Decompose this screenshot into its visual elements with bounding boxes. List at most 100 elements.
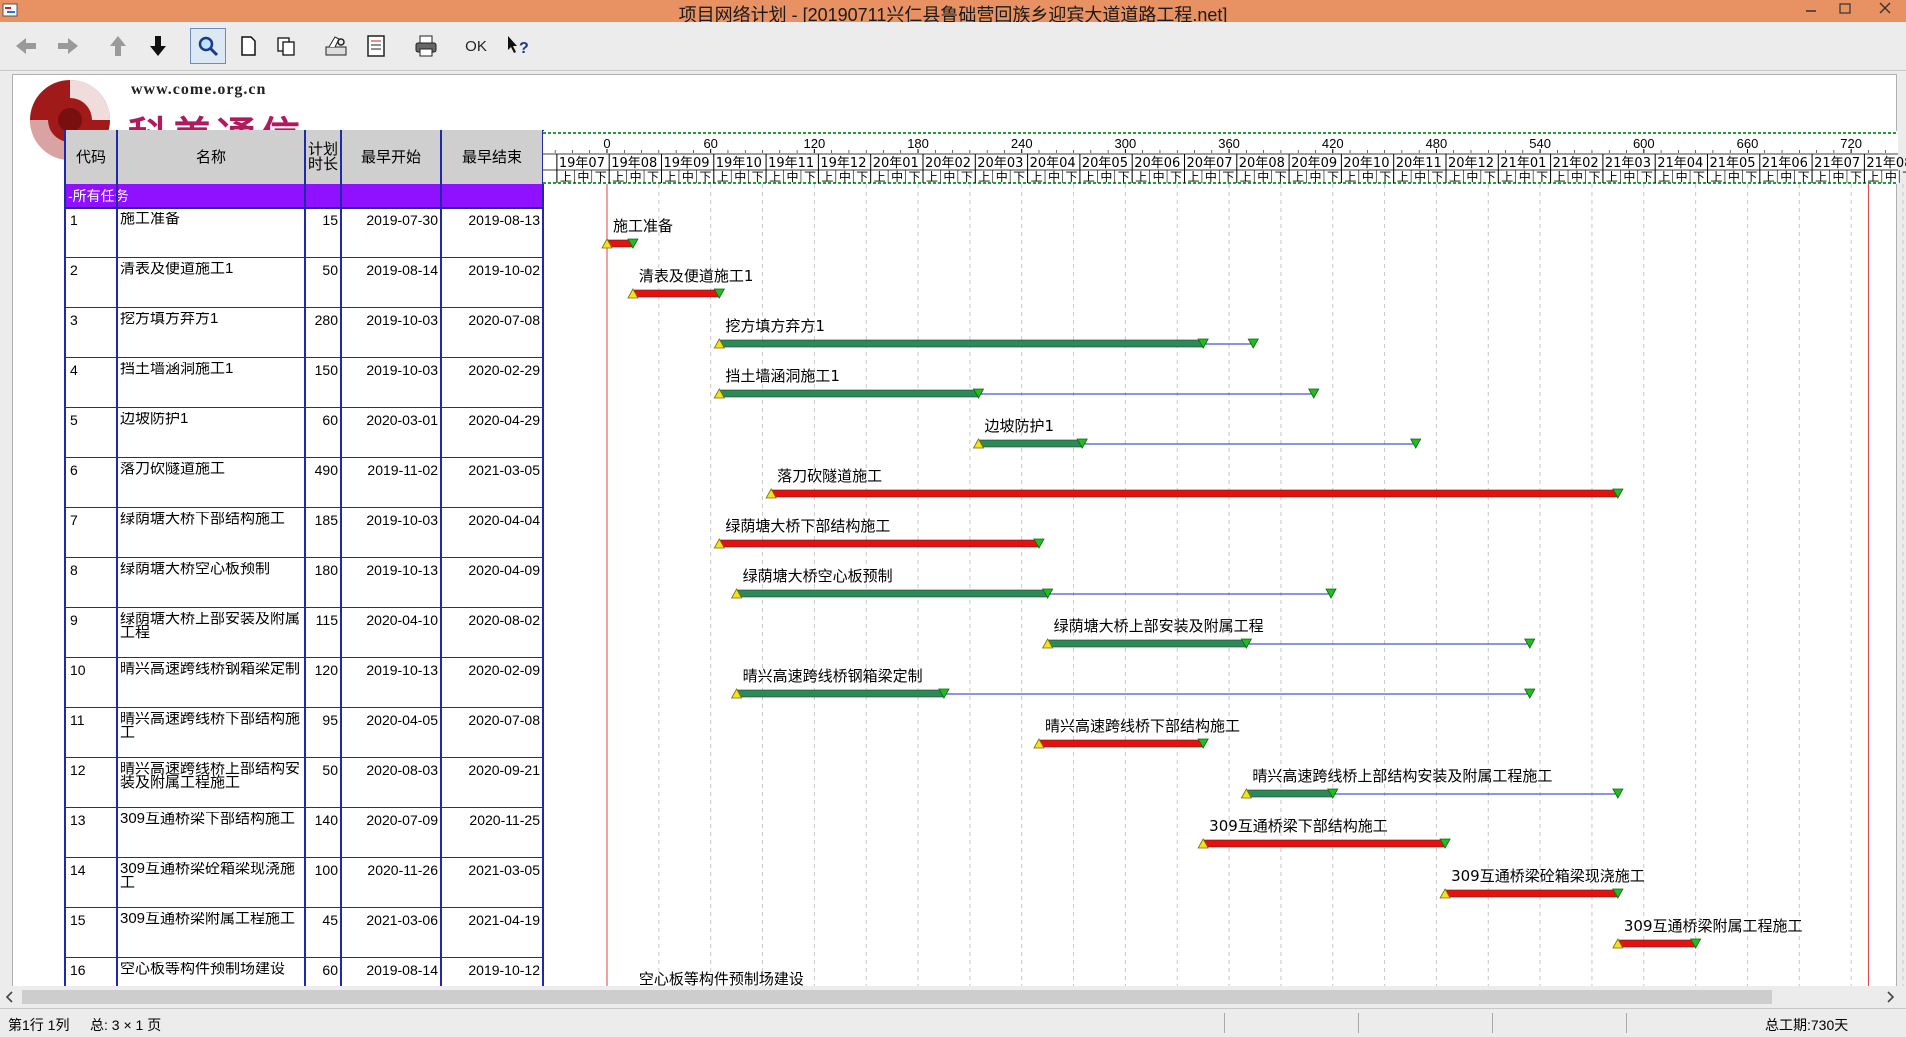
month-label: 20年11	[1396, 156, 1442, 171]
month-label: 20年10	[1343, 156, 1389, 171]
task-bar-label: 清表及便道施工1	[639, 267, 754, 285]
month-label: 21年05	[1709, 156, 1755, 171]
scroll-right-icon[interactable]	[1882, 989, 1898, 1005]
task-bar	[1617, 939, 1696, 948]
dekad-label: 下	[1641, 170, 1653, 184]
scroll-thumb[interactable]	[22, 990, 1772, 1004]
page-count: 总: 3 × 1 页	[90, 1017, 162, 1033]
dekad-label: 上	[1135, 170, 1147, 184]
month-label: 19年08	[611, 156, 657, 171]
month-label: 19年12	[820, 156, 866, 171]
task-bar-label: 晴兴高速跨线桥钢箱梁定制	[743, 667, 923, 685]
dekad-label: 中	[1780, 169, 1792, 184]
dekad-label: 上	[1292, 170, 1304, 184]
dekad-label: 上	[769, 170, 781, 184]
month-label: 20年12	[1448, 156, 1494, 171]
dekad-label: 中	[1153, 169, 1165, 184]
dekad-label: 中	[1833, 169, 1845, 184]
day-tick-label: 240	[1011, 136, 1033, 151]
status-bar: 第1行 1列 总: 3 × 1 页 总工期:730天	[0, 1008, 1906, 1037]
dekad-label: 中	[839, 169, 851, 184]
dekad-label: 中	[734, 169, 746, 184]
dekad-label: 下	[1902, 170, 1906, 184]
dekad-label: 下	[961, 170, 973, 184]
dekad-label: 中	[1100, 169, 1112, 184]
dekad-label: 上	[1710, 170, 1722, 184]
dekad-label: 中	[1885, 169, 1897, 184]
dekad-label: 下	[647, 170, 659, 184]
dekad-label: 上	[1187, 170, 1199, 184]
dekad-label: 上	[1501, 170, 1513, 184]
dekad-label: 上	[717, 170, 729, 184]
dekad-label: 上	[1867, 170, 1879, 184]
month-label: 21年07	[1814, 156, 1860, 171]
dekad-label: 下	[804, 170, 816, 184]
status-field	[1626, 1013, 1759, 1033]
month-label: 20年05	[1082, 156, 1128, 171]
dekad-label: 中	[682, 169, 694, 184]
task-bar	[719, 339, 1204, 348]
month-label: 20年04	[1030, 156, 1076, 171]
dekad-label: 下	[856, 170, 868, 184]
month-label: 21年06	[1762, 156, 1808, 171]
dekad-label: 上	[978, 170, 990, 184]
dekad-label: 下	[699, 170, 711, 184]
dekad-label: 下	[1222, 170, 1234, 184]
day-tick-label: 0	[603, 136, 610, 151]
task-bar	[1444, 889, 1619, 898]
day-tick-label: 660	[1737, 136, 1759, 151]
month-label: 20年09	[1291, 156, 1337, 171]
dekad-label: 中	[577, 169, 589, 184]
task-bar	[632, 289, 720, 298]
task-bar	[736, 589, 1048, 598]
dekad-label: 中	[943, 169, 955, 184]
day-tick-label: 600	[1633, 136, 1655, 151]
scroll-left-icon[interactable]	[2, 989, 18, 1005]
task-bar	[1246, 789, 1334, 798]
task-bar	[1202, 839, 1446, 848]
task-bar-label: 309互通桥梁砼箱梁现浇施工	[1451, 867, 1645, 885]
task-bar	[736, 689, 945, 698]
dekad-label: 上	[1763, 170, 1775, 184]
dekad-label: 中	[1310, 169, 1322, 184]
month-label: 20年01	[873, 156, 919, 171]
horizontal-scrollbar[interactable]	[0, 986, 1906, 1008]
dekad-label: 下	[1432, 170, 1444, 184]
dekad-label: 上	[1344, 170, 1356, 184]
dekad-label: 下	[1798, 170, 1810, 184]
dekad-label: 上	[1083, 170, 1095, 184]
dekad-label: 上	[612, 170, 624, 184]
task-bar-label: 空心板等构件预制场建设	[639, 970, 804, 986]
dekad-label: 下	[1536, 170, 1548, 184]
dekad-label: 中	[1623, 169, 1635, 184]
task-bar-label: 309互通桥梁下部结构施工	[1209, 817, 1388, 835]
month-label: 20年02	[925, 156, 971, 171]
day-tick-label: 540	[1529, 136, 1551, 151]
dekad-label: 中	[787, 169, 799, 184]
month-label: 21年08	[1866, 156, 1906, 171]
status-field	[1358, 1013, 1491, 1033]
month-label: 19年07	[559, 156, 605, 171]
month-label: 19年11	[768, 156, 814, 171]
month-label: 19年09	[663, 156, 709, 171]
dekad-label: 上	[1031, 170, 1043, 184]
dekad-label: 中	[1362, 169, 1374, 184]
status-field	[1224, 1013, 1357, 1033]
dekad-label: 中	[996, 169, 1008, 184]
task-bar-label: 落刀砍隧道施工	[777, 467, 882, 485]
month-label: 21年01	[1500, 156, 1546, 171]
dekad-label: 上	[1554, 170, 1566, 184]
task-bar-label: 绿荫塘大桥下部结构施工	[725, 517, 890, 535]
task-bar-label: 挖方填方弃方1	[725, 317, 825, 335]
dekad-label: 下	[1170, 170, 1182, 184]
gantt-chart: 0 60 120 180 240 300 360 420 480 540 600 660 720 19年0…	[543, 131, 1906, 986]
dekad-label: 上	[560, 170, 572, 184]
total-duration: 总工期:730天	[1765, 1017, 1849, 1033]
status-field	[1492, 1013, 1625, 1033]
dekad-label: 下	[909, 170, 921, 184]
dekad-label: 上	[1815, 170, 1827, 184]
day-tick-label: 360	[1218, 136, 1240, 151]
dekad-label: 下	[1693, 170, 1705, 184]
dekad-label: 上	[1240, 170, 1252, 184]
month-label: 21年04	[1657, 156, 1703, 171]
